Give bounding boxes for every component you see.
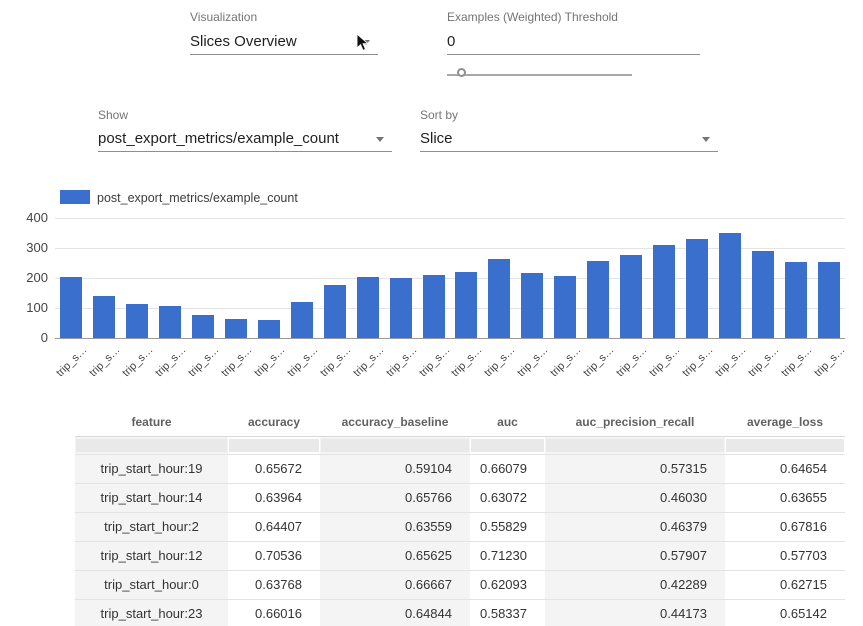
column-filter-feature[interactable] xyxy=(76,439,227,452)
column-filter-auc[interactable] xyxy=(471,439,544,452)
bar[interactable] xyxy=(159,306,181,338)
metric-cell: 0.65625 xyxy=(320,542,470,570)
bar[interactable] xyxy=(488,259,510,338)
column-header-accuracy[interactable]: accuracy xyxy=(228,407,320,437)
bar[interactable] xyxy=(455,272,477,338)
mouse-cursor-icon xyxy=(356,33,370,53)
y-tick-label: 100 xyxy=(8,300,48,315)
column-filter-accuracy_baseline[interactable] xyxy=(321,439,469,452)
metric-cell: 0.71230 xyxy=(470,542,545,570)
metric-cell: 0.44173 xyxy=(545,600,725,626)
bar[interactable] xyxy=(423,275,445,338)
column-header-feature[interactable]: feature xyxy=(75,407,228,437)
legend-label: post_export_metrics/example_count xyxy=(97,191,298,205)
column-filter-average_loss[interactable] xyxy=(726,439,844,452)
table-row[interactable]: trip_start_hour:140.639640.657660.630720… xyxy=(75,484,845,513)
gridline xyxy=(55,338,845,339)
feature-cell: trip_start_hour:12 xyxy=(75,542,228,570)
bar[interactable] xyxy=(521,273,543,338)
column-header-accuracy_baseline[interactable]: accuracy_baseline xyxy=(320,407,470,437)
table-row[interactable]: trip_start_hour:190.656720.591040.660790… xyxy=(75,455,845,484)
bar[interactable] xyxy=(93,296,115,338)
tfma-slicing-metrics-view: Visualization Slices Overview Examples (… xyxy=(0,0,863,626)
bar[interactable] xyxy=(785,262,807,338)
metric-cell: 0.67816 xyxy=(725,513,845,541)
bar[interactable] xyxy=(686,239,708,338)
column-header-auc_precision_recall[interactable]: auc_precision_recall xyxy=(545,407,725,437)
metric-cell: 0.63655 xyxy=(725,484,845,512)
bar[interactable] xyxy=(60,277,82,339)
metric-cell: 0.64844 xyxy=(320,600,470,626)
column-header-auc[interactable]: auc xyxy=(470,407,545,437)
metric-cell: 0.62093 xyxy=(470,571,545,599)
feature-cell: trip_start_hour:23 xyxy=(75,600,228,626)
bar[interactable] xyxy=(653,245,675,338)
metric-cell: 0.70536 xyxy=(228,542,320,570)
metric-cell: 0.65766 xyxy=(320,484,470,512)
y-tick-label: 400 xyxy=(8,210,48,225)
metric-cell: 0.57703 xyxy=(725,542,845,570)
bar[interactable] xyxy=(620,255,642,338)
metric-cell: 0.63768 xyxy=(228,571,320,599)
metric-cell: 0.66667 xyxy=(320,571,470,599)
legend-swatch xyxy=(60,190,90,204)
bar[interactable] xyxy=(818,262,840,339)
filter-cell xyxy=(320,437,470,454)
bar[interactable] xyxy=(719,233,741,338)
y-tick-label: 200 xyxy=(8,270,48,285)
feature-cell: trip_start_hour:19 xyxy=(75,455,228,483)
metric-cell: 0.63964 xyxy=(228,484,320,512)
metric-cell: 0.63072 xyxy=(470,484,545,512)
bar[interactable] xyxy=(554,276,576,338)
metric-cell: 0.62715 xyxy=(725,571,845,599)
table-filter-row xyxy=(75,437,845,455)
bar[interactable] xyxy=(752,251,774,338)
table-row[interactable]: trip_start_hour:230.660160.648440.583370… xyxy=(75,600,845,626)
bar[interactable] xyxy=(126,304,148,338)
filter-cell xyxy=(75,437,228,454)
gridline xyxy=(55,218,845,219)
y-tick-label: 300 xyxy=(8,240,48,255)
filter-cell xyxy=(228,437,320,454)
table-row[interactable]: trip_start_hour:00.637680.666670.620930.… xyxy=(75,571,845,600)
metric-cell: 0.46030 xyxy=(545,484,725,512)
metric-cell: 0.66016 xyxy=(228,600,320,626)
feature-cell: trip_start_hour:0 xyxy=(75,571,228,599)
filter-cell xyxy=(545,437,725,454)
metric-cell: 0.59104 xyxy=(320,455,470,483)
metric-cell: 0.57907 xyxy=(545,542,725,570)
metric-cell: 0.46379 xyxy=(545,513,725,541)
metric-cell: 0.64654 xyxy=(725,455,845,483)
metric-cell: 0.66079 xyxy=(470,455,545,483)
bar[interactable] xyxy=(390,278,412,338)
column-header-average_loss[interactable]: average_loss xyxy=(725,407,845,437)
bar[interactable] xyxy=(324,285,346,338)
column-filter-accuracy[interactable] xyxy=(229,439,319,452)
metric-cell: 0.55829 xyxy=(470,513,545,541)
bar[interactable] xyxy=(291,302,313,338)
bar[interactable] xyxy=(587,261,609,338)
bar[interactable] xyxy=(192,315,214,338)
bar[interactable] xyxy=(258,320,280,338)
filter-cell xyxy=(470,437,545,454)
metric-cell: 0.57315 xyxy=(545,455,725,483)
column-filter-auc_precision_recall[interactable] xyxy=(546,439,724,452)
metrics-table: featureaccuracyaccuracy_baselineaucauc_p… xyxy=(75,407,845,626)
metric-cell: 0.65672 xyxy=(228,455,320,483)
feature-cell: trip_start_hour:2 xyxy=(75,513,228,541)
bar[interactable] xyxy=(225,319,247,339)
y-tick-label: 0 xyxy=(8,330,48,345)
metric-cell: 0.63559 xyxy=(320,513,470,541)
feature-cell: trip_start_hour:14 xyxy=(75,484,228,512)
bar-plot xyxy=(55,218,845,338)
metric-cell: 0.42289 xyxy=(545,571,725,599)
filter-cell xyxy=(725,437,845,454)
bar[interactable] xyxy=(357,277,379,338)
metric-cell: 0.64407 xyxy=(228,513,320,541)
table-row[interactable]: trip_start_hour:120.705360.656250.712300… xyxy=(75,542,845,571)
metric-cell: 0.65142 xyxy=(725,600,845,626)
table-header-row: featureaccuracyaccuracy_baselineaucauc_p… xyxy=(75,407,845,437)
metric-cell: 0.58337 xyxy=(470,600,545,626)
table-row[interactable]: trip_start_hour:20.644070.635590.558290.… xyxy=(75,513,845,542)
